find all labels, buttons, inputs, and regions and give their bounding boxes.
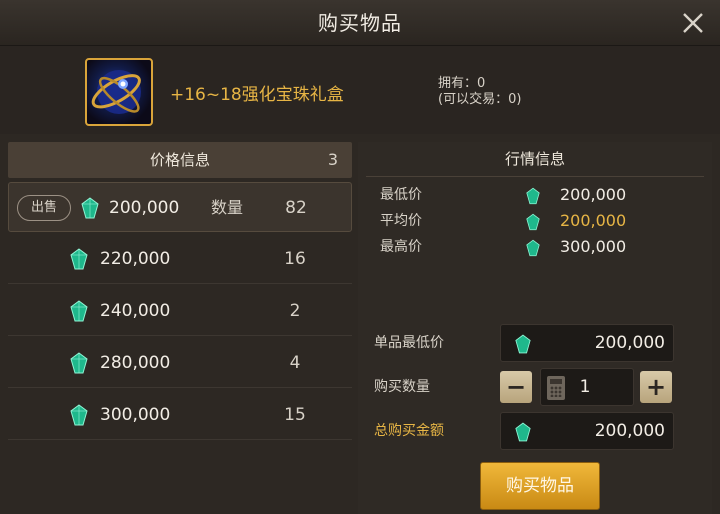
stat-value: 200,000 — [560, 185, 627, 204]
stat-min-price: 最低价 200,000 — [358, 182, 712, 208]
stat-label: 最低价 — [380, 187, 422, 203]
close-button[interactable] — [680, 10, 706, 36]
total-row: 总购买金额 200,000 — [358, 412, 712, 450]
total-field: 200,000 — [500, 412, 674, 450]
buy-item-dialog: 购买物品 +16~18强化宝珠礼盒 拥有：0 (可以交易：0) 价格信息 3 出… — [0, 0, 720, 514]
decrease-quantity-button[interactable]: − — [500, 371, 532, 403]
stat-value: 200,000 — [560, 211, 627, 230]
quantity-row: 购买数量 − 1 + — [358, 368, 712, 406]
sell-badge: 出售 — [17, 195, 71, 221]
row-qty: 2 — [289, 301, 301, 321]
unit-min-price-field: 200,000 — [500, 324, 674, 362]
market-panel: 行情信息 最低价 200,000 平均价 200,000 最高价 300,000… — [358, 142, 712, 514]
price-row[interactable]: 220,000 16 — [8, 234, 352, 284]
stat-label: 最高价 — [380, 239, 422, 255]
item-icon[interactable] — [85, 58, 153, 126]
calculator-icon[interactable] — [547, 376, 565, 400]
gem-icon — [70, 248, 88, 270]
price-list-panel: 价格信息 3 出售 200,000 数量 82 220,000 16 240,0… — [8, 142, 352, 514]
unit-min-price-label: 单品最低价 — [374, 335, 444, 351]
tradable-count: (可以交易：0) — [438, 92, 522, 107]
row-price: 240,000 — [100, 301, 171, 321]
row-qty: 15 — [284, 405, 306, 425]
gem-icon — [81, 197, 99, 219]
owned-info: 拥有：0 (可以交易：0) — [438, 76, 521, 108]
gem-icon — [515, 422, 531, 442]
row-qty: 82 — [285, 198, 307, 218]
stat-value: 300,000 — [560, 237, 627, 256]
price-list-header: 价格信息 3 — [8, 142, 352, 178]
stat-label: 平均价 — [380, 213, 422, 229]
gem-icon — [70, 404, 88, 426]
gem-icon — [515, 334, 531, 354]
unit-min-price-row: 单品最低价 200,000 — [358, 324, 712, 362]
gem-icon — [526, 187, 540, 205]
price-row[interactable]: 280,000 4 — [8, 338, 352, 388]
total-label: 总购买金额 — [374, 423, 444, 439]
price-row[interactable]: 300,000 15 — [8, 390, 352, 440]
row-price: 220,000 — [100, 249, 171, 269]
item-name: +16~18强化宝珠礼盒 — [170, 85, 344, 105]
price-row-selected[interactable]: 出售 200,000 数量 82 — [8, 182, 352, 232]
gem-icon — [70, 352, 88, 374]
gem-icon — [526, 213, 540, 231]
quantity-label: 购买数量 — [374, 379, 430, 395]
item-header: +16~18强化宝珠礼盒 拥有：0 (可以交易：0) — [0, 46, 720, 134]
increase-quantity-button[interactable]: + — [640, 371, 672, 403]
unit-min-price-value: 200,000 — [594, 333, 665, 353]
price-list-count: 3 — [327, 150, 338, 169]
buy-item-button[interactable]: 购买物品 — [480, 462, 600, 510]
qty-column-label: 数量 — [211, 198, 244, 217]
stat-max-price: 最高价 300,000 — [358, 234, 712, 260]
row-price: 280,000 — [100, 353, 171, 373]
orb-gift-box-icon — [91, 70, 141, 114]
price-list-title: 价格信息 — [149, 151, 210, 169]
row-qty: 16 — [284, 249, 306, 269]
quantity-stepper[interactable]: 1 — [540, 368, 634, 406]
stat-avg-price: 平均价 200,000 — [358, 208, 712, 234]
row-price: 200,000 — [109, 198, 180, 218]
close-icon — [683, 13, 703, 33]
owned-count: 拥有：0 — [438, 76, 486, 91]
title-bar: 购买物品 — [0, 0, 720, 46]
gem-icon — [70, 300, 88, 322]
market-title: 行情信息 — [504, 150, 565, 168]
row-price: 300,000 — [100, 405, 171, 425]
divider — [366, 176, 704, 177]
total-value: 200,000 — [594, 421, 665, 441]
gem-icon — [526, 239, 540, 257]
price-row[interactable]: 240,000 2 — [8, 286, 352, 336]
dialog-title: 购买物品 — [318, 11, 402, 35]
quantity-value: 1 — [579, 377, 591, 397]
row-qty: 4 — [289, 353, 301, 373]
